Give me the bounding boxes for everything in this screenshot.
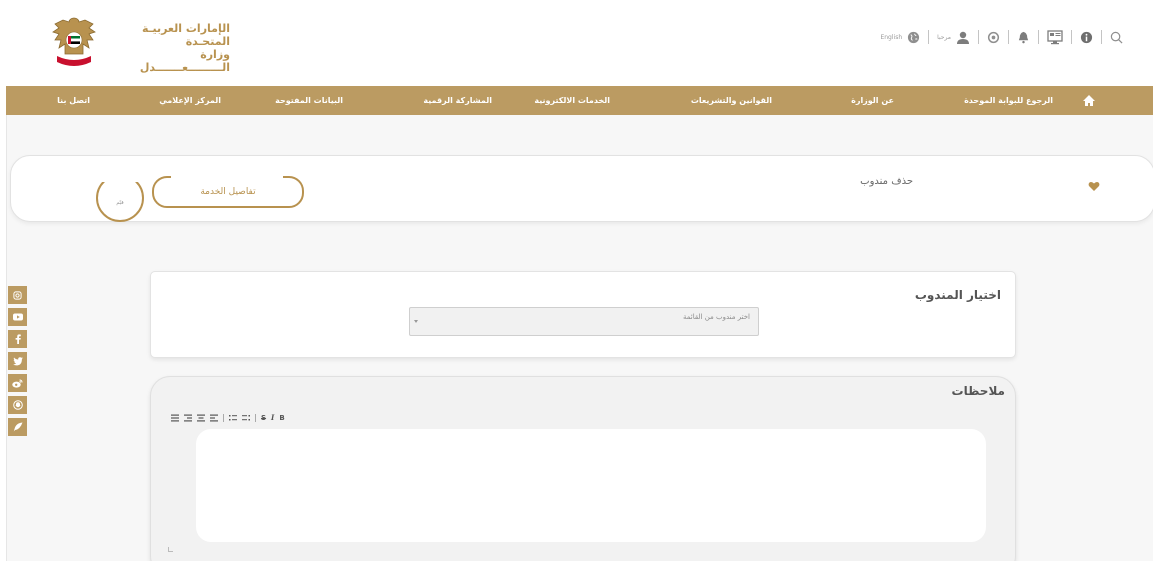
bold-button[interactable]: B	[279, 413, 284, 423]
settings-icon[interactable]	[987, 31, 1000, 44]
heart-icon[interactable]	[1088, 181, 1100, 192]
nav-item-eservices[interactable]: الخدمات الالكترونية	[534, 86, 610, 115]
uae-emblem-logo[interactable]	[49, 14, 99, 70]
delegate-select-dropdown[interactable]: اختر مندوب من القائمة	[409, 307, 759, 336]
service-title: حذف مندوب	[860, 176, 913, 187]
info-icon[interactable]	[1080, 31, 1093, 44]
site-header: الإمارات العربيـة المتحـدة وزارة الـــــ…	[6, 6, 1153, 86]
search-icon[interactable]	[1110, 31, 1123, 44]
align-right-icon[interactable]	[184, 414, 192, 422]
monitor-icon[interactable]	[1047, 29, 1063, 45]
align-left-icon[interactable]	[210, 414, 218, 422]
service-details-button[interactable]: تفاصيل الخدمة	[152, 176, 304, 208]
instagram-icon	[13, 290, 22, 300]
logo-line-uae: الإمارات العربيـة المتحـدة	[142, 22, 230, 48]
notes-card: ملاحظات S I B	[150, 376, 1016, 561]
home-icon[interactable]	[1082, 94, 1096, 107]
service-header-card: حذف مندوب تفاصيل الخدمة قيّم	[10, 155, 1153, 222]
facebook-button[interactable]	[8, 330, 27, 348]
notes-textarea[interactable]	[196, 429, 986, 542]
nav-item-laws[interactable]: القوانين والتشريعات	[691, 86, 772, 115]
separator	[1038, 30, 1039, 44]
toolbar-separator	[255, 414, 256, 422]
button-gap-decoration	[171, 174, 283, 180]
language-switch[interactable]: English	[880, 31, 920, 44]
nav-item-contact-us[interactable]: اتصل بنا	[57, 86, 90, 115]
main-navigation: الرجوع للبوابة الموحدة عن الوزارة القوان…	[6, 86, 1153, 115]
feather-button[interactable]	[8, 418, 27, 436]
nav-item-unified-portal[interactable]: الرجوع للبوابة الموحدة	[964, 86, 1053, 115]
rating-label: قيّم	[116, 200, 124, 206]
twitter-icon	[12, 356, 23, 365]
youtube-icon	[12, 313, 23, 321]
resize-handle-icon[interactable]	[168, 547, 173, 552]
user-menu[interactable]: مرحبا	[937, 31, 970, 44]
facebook-icon	[15, 334, 21, 344]
separator	[1071, 30, 1072, 44]
weibo-button[interactable]	[8, 374, 27, 392]
separator	[1008, 30, 1009, 44]
language-label: English	[880, 33, 903, 41]
delegate-selection-title: اختيار المندوب	[914, 288, 1001, 302]
youtube-button[interactable]	[8, 308, 27, 326]
separator	[978, 30, 979, 44]
editor-toolbar: S I B	[171, 413, 285, 423]
snapchat-button[interactable]	[8, 396, 27, 414]
instagram-button[interactable]	[8, 286, 27, 304]
nav-item-digital-participation[interactable]: المشاركة الرقمية	[423, 86, 492, 115]
strikethrough-button[interactable]: S	[261, 413, 266, 423]
bell-icon[interactable]	[1017, 31, 1030, 44]
align-center-icon[interactable]	[197, 414, 205, 422]
rating-gap-decoration	[101, 170, 139, 182]
notes-title: ملاحظات	[951, 384, 1005, 398]
delegate-selection-card: اختيار المندوب اختر مندوب من القائمة	[150, 271, 1016, 358]
toolbar-separator	[223, 414, 224, 422]
nav-item-open-data[interactable]: البيانات المفتوحة	[275, 86, 343, 115]
snapchat-icon	[12, 400, 23, 410]
chevron-down-icon	[414, 320, 418, 323]
separator	[1101, 30, 1102, 44]
logo-line-ministry: وزارة الـــــــــعـــــــدل	[139, 48, 230, 74]
italic-button[interactable]: I	[271, 413, 274, 423]
nav-item-about-ministry[interactable]: عن الوزارة	[851, 86, 894, 115]
greeting-label: مرحبا	[937, 33, 951, 41]
globe-icon	[908, 31, 920, 43]
bullet-list-icon[interactable]	[229, 414, 237, 422]
ministry-name: الإمارات العربيـة المتحـدة وزارة الـــــ…	[110, 22, 230, 74]
numbered-list-icon[interactable]	[242, 414, 250, 422]
nav-item-media-center[interactable]: المركز الإعلامي	[159, 86, 221, 115]
weibo-icon	[12, 379, 23, 388]
twitter-button[interactable]	[8, 352, 27, 370]
align-justify-icon[interactable]	[171, 414, 179, 422]
header-utilities: English مرحبا	[880, 26, 1123, 48]
feather-icon	[13, 422, 22, 432]
user-icon	[957, 31, 969, 44]
separator	[928, 30, 930, 44]
social-media-bar	[8, 286, 29, 440]
delegate-select-placeholder: اختر مندوب من القائمة	[682, 313, 750, 321]
